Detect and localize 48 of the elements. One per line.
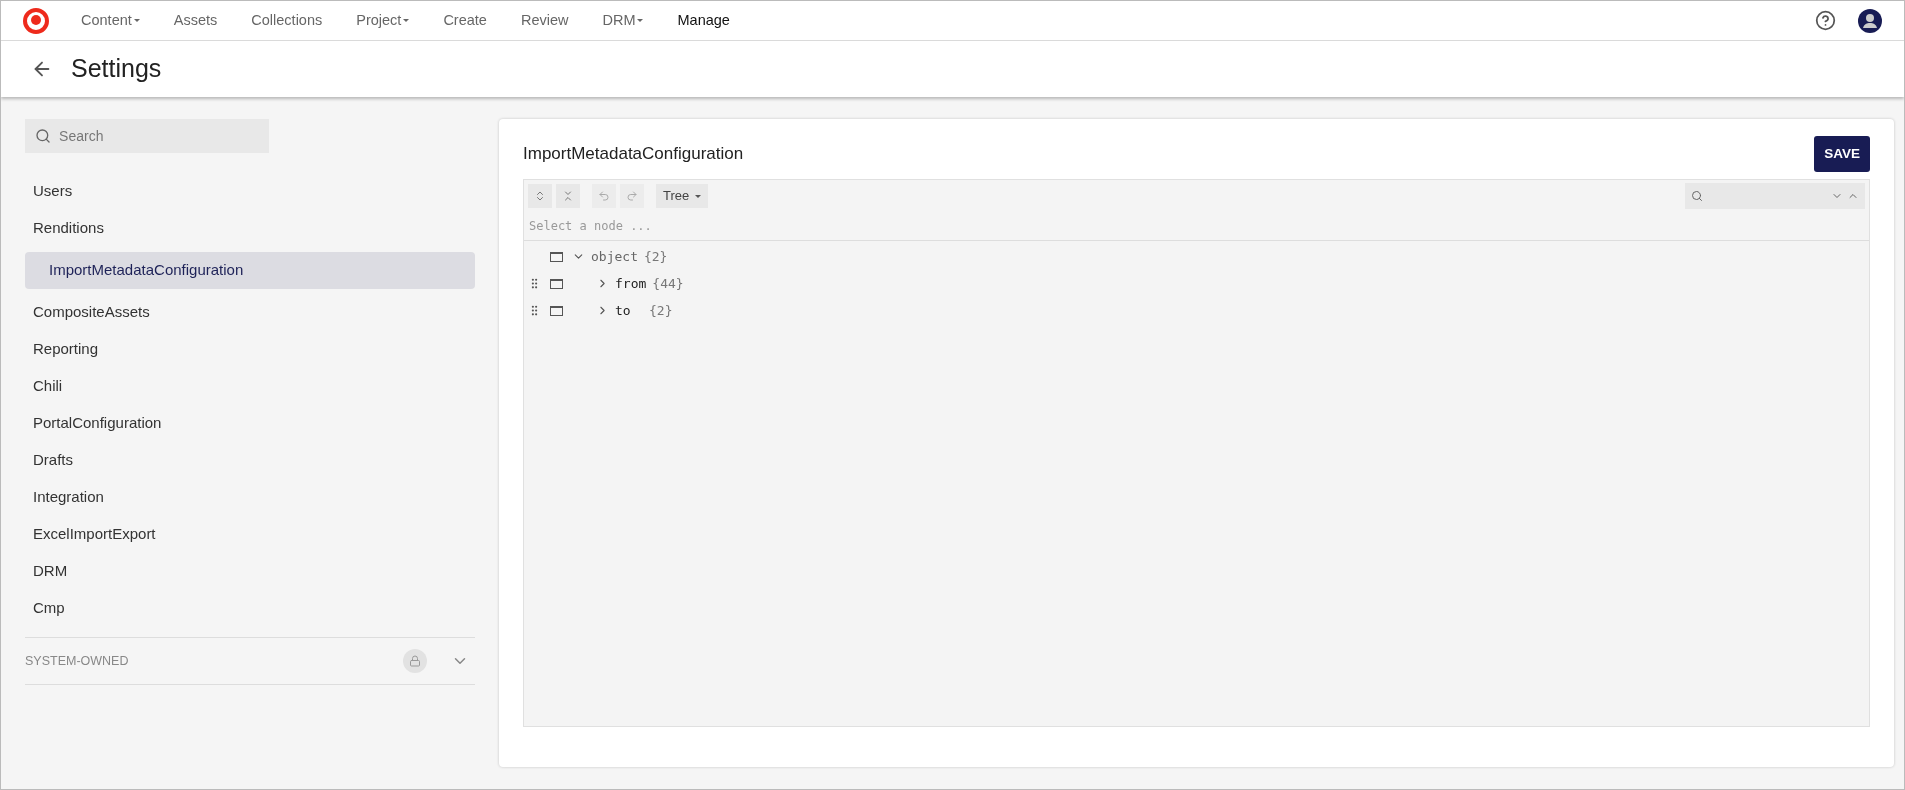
- collapse-all-icon: [562, 190, 574, 202]
- nav-item[interactable]: Manage: [677, 9, 730, 32]
- help-icon[interactable]: [1815, 10, 1836, 31]
- sidebar-item[interactable]: Renditions: [25, 210, 475, 247]
- expand-all-icon: [534, 190, 546, 202]
- context-menu-button[interactable]: [550, 305, 563, 316]
- section-header: SYSTEM-OWNED: [25, 652, 130, 670]
- node-key: object: [591, 246, 638, 267]
- node-path: Select a node ...: [529, 218, 652, 235]
- editor-title: ImportMetadataConfiguration: [523, 143, 744, 166]
- nav-item[interactable]: Collections: [251, 9, 323, 32]
- node-count: {44}: [652, 274, 684, 293]
- search-icon: [1691, 190, 1703, 202]
- node-key: from: [615, 273, 647, 294]
- nav-item[interactable]: DRM: [602, 9, 644, 32]
- search-field[interactable]: Search: [25, 119, 269, 153]
- sidebar-item[interactable]: Chili: [25, 368, 475, 405]
- logo-icon[interactable]: [23, 7, 49, 34]
- nav-item[interactable]: Content: [81, 9, 140, 32]
- save-button[interactable]: SAVE: [1814, 136, 1870, 172]
- avatar-icon[interactable]: [1858, 8, 1882, 33]
- node-count: {2}: [643, 247, 668, 266]
- redo-icon: [626, 190, 638, 202]
- context-menu-button[interactable]: [550, 278, 563, 289]
- node-key: to: [615, 300, 643, 321]
- sidebar-item[interactable]: PortalConfiguration: [25, 405, 475, 442]
- sidebar-item[interactable]: ImportMetadataConfiguration: [25, 252, 475, 289]
- nav-item[interactable]: Create: [443, 9, 487, 32]
- search-input[interactable]: Search: [59, 125, 259, 147]
- context-menu-button[interactable]: [550, 251, 563, 262]
- nav-item[interactable]: Review: [520, 9, 569, 32]
- node-count: {2}: [649, 301, 673, 320]
- page-title: Settings: [71, 53, 162, 85]
- sidebar-item[interactable]: CompositeAssets: [25, 294, 475, 331]
- sidebar-item[interactable]: ExcelImportExport: [25, 516, 475, 553]
- mode-dropdown[interactable]: Tree: [656, 184, 709, 208]
- sidebar-item[interactable]: Users: [25, 173, 475, 210]
- undo-icon: [598, 190, 610, 202]
- nav-item[interactable]: Project: [356, 9, 410, 32]
- sidebar-item[interactable]: Drafts: [25, 442, 475, 479]
- search-icon: [35, 127, 52, 145]
- sidebar-item[interactable]: Cmp: [25, 590, 475, 627]
- sidebar-item[interactable]: Integration: [25, 479, 475, 516]
- sidebar-item[interactable]: DRM: [25, 553, 475, 590]
- caret-icon: [695, 194, 702, 198]
- lock-icon: [403, 649, 427, 673]
- nav-item[interactable]: Assets: [173, 9, 218, 32]
- sidebar-item[interactable]: Reporting: [25, 331, 475, 368]
